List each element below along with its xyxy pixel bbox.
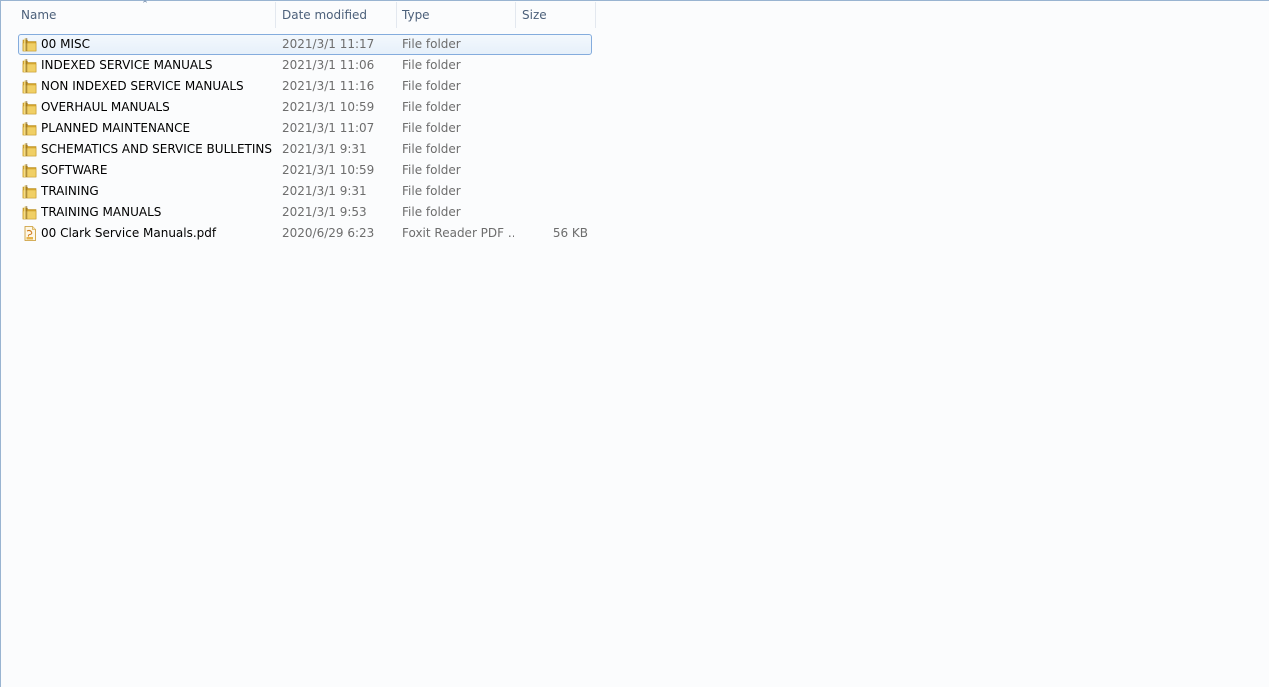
item-type: File folder [402, 163, 461, 177]
folder-icon [22, 100, 38, 115]
item-date-modified: 2021/3/1 9:31 [282, 142, 367, 156]
item-date-modified: 2021/3/1 9:31 [282, 184, 367, 198]
column-header-date-modified[interactable]: Date modified [276, 2, 396, 28]
item-size: 56 KB [552, 226, 588, 240]
folder-row[interactable]: 00 MISC 2021/3/1 11:17 File folder [18, 34, 592, 55]
folder-row[interactable]: OVERHAUL MANUALS 2021/3/1 10:59 File folde… [18, 97, 592, 118]
item-name: 00 Clark Service Manuals.pdf [41, 226, 217, 240]
sort-ascending-icon: ⌃ [141, 0, 149, 10]
item-name: INDEXED SERVICE MANUALS [41, 58, 213, 72]
item-name: OVERHAUL MANUALS [41, 100, 170, 114]
item-type: File folder [402, 142, 461, 156]
column-header-type[interactable]: Type [396, 2, 515, 28]
item-date-modified: 2021/3/1 11:07 [282, 121, 375, 135]
item-size [518, 55, 588, 76]
item-type: File folder [402, 100, 461, 114]
folder-icon [22, 142, 38, 157]
folder-icon [22, 121, 38, 136]
item-size [518, 202, 588, 223]
item-date-modified: 2021/3/1 11:16 [282, 79, 375, 93]
folder-row[interactable]: SCHEMATICS AND SERVICE BULLETINS 2021/3/1… [18, 139, 592, 160]
pdf-file-icon [22, 226, 38, 241]
folder-row[interactable]: SOFTWARE 2021/3/1 10:59 File folder [18, 160, 592, 181]
item-date-modified: 2021/3/1 10:59 [282, 100, 375, 114]
item-type: File folder [402, 121, 461, 135]
folder-icon [22, 37, 38, 52]
item-size [518, 34, 588, 55]
folder-row[interactable]: INDEXED SERVICE MANUALS 2021/3/1 11:06 Fil… [18, 55, 592, 76]
item-type: File folder [402, 184, 461, 198]
item-size [518, 76, 588, 97]
item-date-modified: 2021/3/1 10:59 [282, 163, 375, 177]
file-row[interactable]: 00 Clark Service Manuals.pdf 2020/6/29 6:… [18, 223, 592, 244]
folder-icon [22, 205, 38, 220]
folder-icon [22, 58, 38, 73]
item-size [518, 139, 588, 160]
item-type: File folder [402, 37, 461, 51]
file-list-view: Name ⌃ Date modified Type Size 00 MISC 20… [0, 0, 1269, 687]
item-size [518, 160, 588, 181]
item-name: TRAINING MANUALS [41, 205, 162, 219]
item-size [518, 181, 588, 202]
item-name: 00 MISC [41, 37, 90, 51]
folder-icon [22, 184, 38, 199]
item-name: TRAINING [41, 184, 99, 198]
item-date-modified: 2021/3/1 9:53 [282, 205, 367, 219]
item-type: Foxit Reader PDF ... [402, 226, 514, 240]
column-header-bar: Name ⌃ Date modified Type Size [1, 0, 596, 28]
item-name: NON INDEXED SERVICE MANUALS [41, 79, 244, 93]
item-type: File folder [402, 79, 461, 93]
item-size [518, 118, 588, 139]
item-date-modified: 2021/3/1 11:06 [282, 58, 375, 72]
column-header-size[interactable]: Size [516, 2, 595, 28]
item-name: SOFTWARE [41, 163, 108, 177]
item-name: SCHEMATICS AND SERVICE BULLETINS [41, 142, 272, 156]
item-date-modified: 2021/3/1 11:17 [282, 37, 375, 51]
folder-row[interactable]: PLANNED MAINTENANCE 2021/3/1 11:07 File fo… [18, 118, 592, 139]
item-size [518, 97, 588, 118]
folder-row[interactable]: TRAINING MANUALS 2021/3/1 9:53 File folder [18, 202, 592, 223]
item-type: File folder [402, 58, 461, 72]
item-name: PLANNED MAINTENANCE [41, 121, 191, 135]
folder-icon [22, 79, 38, 94]
item-date-modified: 2020/6/29 6:23 [282, 226, 375, 240]
item-type: File folder [402, 205, 461, 219]
folder-row[interactable]: NON INDEXED SERVICE MANUALS 2021/3/1 11:1… [18, 76, 592, 97]
folder-row[interactable]: TRAINING 2021/3/1 9:31 File folder [18, 181, 592, 202]
column-divider[interactable] [595, 2, 596, 28]
folder-icon [22, 163, 38, 178]
